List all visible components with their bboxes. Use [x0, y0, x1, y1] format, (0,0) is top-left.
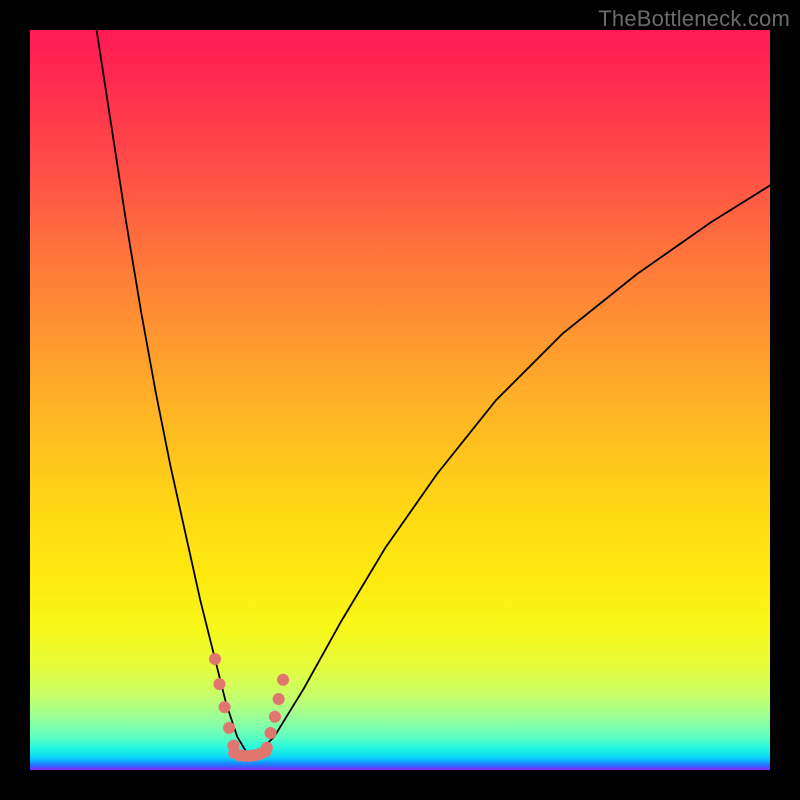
chart-frame: TheBottleneck.com [0, 0, 800, 800]
bottleneck-curve-path [97, 30, 770, 755]
plot-area [30, 30, 770, 770]
curve-layer [30, 30, 770, 770]
watermark-label: TheBottleneck.com [598, 6, 790, 32]
bottleneck-curve [97, 30, 770, 755]
highlight-marker-group [215, 659, 283, 756]
